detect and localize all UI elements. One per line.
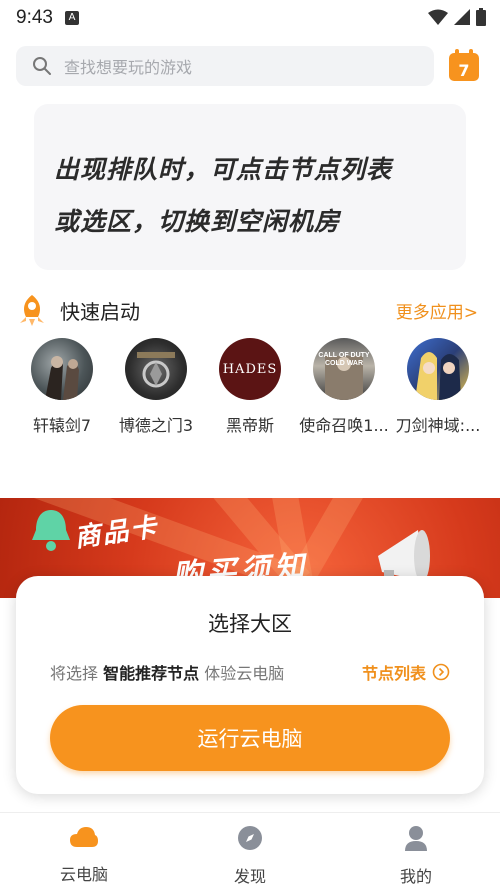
status-bar: 9:43 A [0, 0, 500, 36]
run-cloud-pc-button[interactable]: 运行云电脑 [50, 705, 450, 771]
region-suffix: 体验云电脑 [204, 664, 285, 683]
tab-label: 发现 [233, 867, 266, 886]
app-icon-xuanyuan[interactable] [31, 338, 93, 400]
cod-logo-text: CALL OF DUTY COLD WAR [318, 352, 370, 367]
cloud-icon [70, 827, 98, 847]
tab-cloud-pc[interactable]: 云电脑 [34, 825, 134, 885]
quick-apps-list: 轩辕剑7 博德之门3 HADES 黑帝斯 CALL OF DUTY COLD W… [0, 338, 500, 438]
tab-label: 我的 [399, 867, 432, 886]
hades-logo-text: HADES [222, 361, 278, 377]
app-item[interactable]: CALL OF DUTY COLD WAR 使命召唤1... [296, 338, 392, 436]
app-label: 博德之门3 [118, 416, 194, 435]
compass-icon [238, 826, 262, 850]
app-label: 刀剑神域:... [395, 416, 481, 435]
quick-start-header: 快速启动 更多应用> [16, 292, 484, 328]
notice-card: 出现排队时，可点击节点列表 或选区，切换到空闲机房 [34, 104, 466, 270]
region-title: 选择大区 [208, 612, 292, 636]
app-item[interactable]: 轩辕剑7 [14, 338, 110, 436]
search-bar[interactable]: 查找想要玩的游戏 [16, 46, 434, 86]
app-label: 使命召唤1... [299, 416, 389, 435]
app-icon-baldurs-gate[interactable] [125, 338, 187, 400]
app-label: 黑帝斯 [225, 416, 274, 435]
battery-icon [476, 8, 486, 26]
app-item[interactable]: 博德之门3 [108, 338, 204, 436]
notice-line-2: 或选区，切换到空闲机房 [54, 207, 341, 236]
signal-icon [454, 9, 470, 25]
app-label: 轩辕剑7 [32, 416, 92, 435]
search-placeholder[interactable]: 查找想要玩的游戏 [64, 54, 192, 78]
user-icon [405, 826, 427, 851]
tab-discover[interactable]: 发现 [200, 825, 300, 887]
app-icon-hades[interactable]: HADES [219, 338, 281, 400]
node-list-link[interactable]: 节点列表 [362, 660, 450, 684]
wifi-icon [428, 9, 448, 25]
region-description: 将选择 智能推荐节点 体验云电脑 [50, 660, 284, 684]
app-icon-sao[interactable] [407, 338, 469, 400]
tab-profile[interactable]: 我的 [366, 825, 466, 887]
bottom-tab-bar: 云电脑 发现 我的 [0, 812, 500, 888]
calendar-icon[interactable]: 7 [448, 48, 480, 82]
notice-line-1: 出现排队时，可点击节点列表 [54, 155, 393, 184]
app-icon-cod[interactable]: CALL OF DUTY COLD WAR [313, 338, 375, 400]
chevron-right-circle-icon[interactable] [432, 663, 450, 681]
search-icon [33, 57, 51, 75]
notification-icon: A [64, 11, 79, 25]
bell-icon [32, 510, 70, 551]
tab-label: 云电脑 [59, 865, 108, 884]
status-icons [428, 8, 486, 26]
region-sheet: 选择大区 将选择 智能推荐节点 体验云电脑 节点列表 运行云电脑 [16, 576, 484, 794]
node-list-label[interactable]: 节点列表 [362, 660, 426, 684]
region-prefix: 将选择 [50, 664, 99, 683]
app-item[interactable]: HADES 黑帝斯 [202, 338, 298, 436]
calendar-day: 7 [458, 61, 469, 80]
app-item[interactable]: 刀剑神域:... [390, 338, 486, 436]
status-time: 9:43 [16, 7, 53, 28]
rocket-icon [20, 295, 44, 326]
more-apps-link[interactable]: 更多应用> [396, 298, 478, 323]
quick-start-title: 快速启动 [60, 299, 140, 324]
region-node-name: 智能推荐节点 [103, 664, 200, 683]
